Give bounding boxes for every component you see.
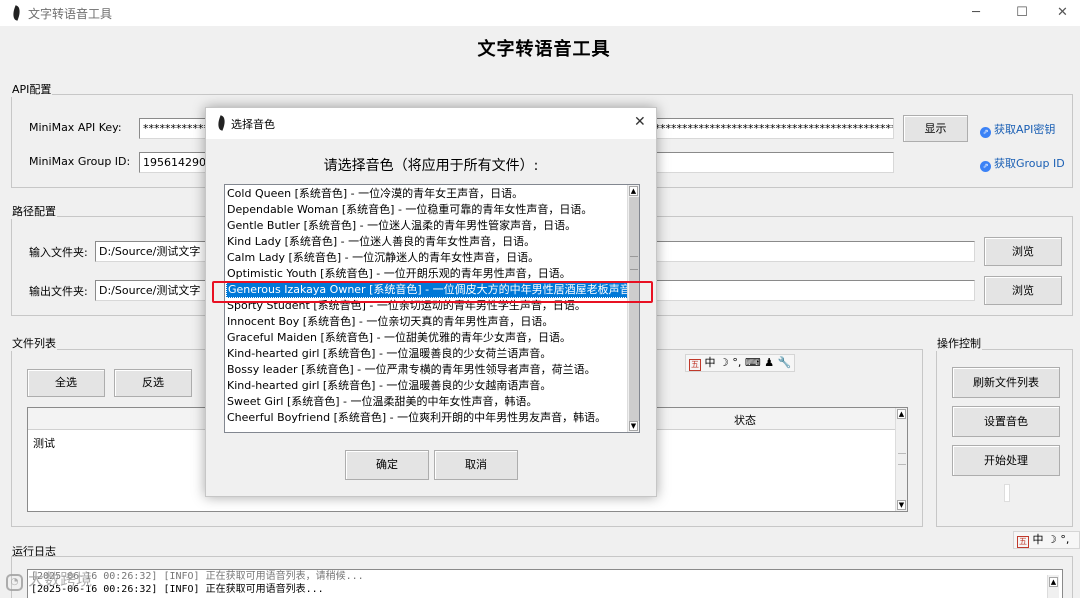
- invert-select-button[interactable]: 反选: [114, 369, 192, 397]
- link-icon: ⇗: [980, 161, 991, 172]
- browse-input-button[interactable]: 浏览: [984, 237, 1062, 266]
- api-config-label: API配置: [11, 81, 53, 97]
- dialog-prompt: 请选择音色（将应用于所有文件）:: [323, 158, 539, 174]
- get-api-key-link[interactable]: ⇗ 获取API密钥: [980, 121, 1055, 138]
- scroll-up-icon[interactable]: ▲: [629, 186, 638, 196]
- dialog-title: 选择音色: [231, 118, 275, 131]
- api-key-label: MiniMax API Key:: [29, 121, 122, 134]
- log-line: [2025-06-16 00:26:32] [INFO] 正在获取可用语音列表，…: [31, 571, 364, 582]
- voice-listbox[interactable]: Cold Queen [系统音色] - 一位冷漠的青年女王声音，日语。 Depen…: [224, 184, 640, 433]
- dialog-feather-icon: [215, 115, 228, 131]
- voice-list-item[interactable]: Cold Queen [系统音色] - 一位冷漠的青年女王声音，日语。: [226, 186, 628, 202]
- input-folder-label: 输入文件夹:: [29, 246, 88, 259]
- app-feather-icon: [10, 5, 23, 21]
- scroll-up-icon[interactable]: ▲: [1049, 577, 1058, 587]
- ime-tool-icon[interactable]: 🔧: [778, 356, 792, 369]
- scroll-grip-icon: [630, 256, 638, 270]
- file-table-scrollbar[interactable]: ▲ ▼: [895, 408, 907, 511]
- ime-toolbar[interactable]: 五 中 ☽ °, ⌨ ♟ 🔧: [685, 354, 796, 372]
- dialog-titlebar: 选择音色 ✕: [206, 108, 656, 139]
- ime-punct-icon[interactable]: °,: [732, 356, 741, 369]
- start-processing-button[interactable]: 开始处理: [952, 445, 1060, 476]
- watermark: ◔ 大数跨境: [6, 566, 92, 591]
- ops-label: 操作控制: [936, 335, 982, 351]
- voice-list-item[interactable]: Kind Lady [系统音色] - 一位迷人善良的青年女性声音，日语。: [226, 234, 628, 250]
- get-group-id-link[interactable]: ⇗ 获取Group ID: [980, 155, 1065, 172]
- ime-wubi-icon[interactable]: 五: [1017, 536, 1029, 548]
- log-line: [2025-06-16 00:26:32] [INFO] 正在获取可用语音列表.…: [31, 584, 324, 595]
- voice-list-scrollbar[interactable]: ▲ ▼: [627, 185, 639, 432]
- progress-indicator: [1004, 484, 1010, 502]
- minimize-button[interactable]: ─: [953, 3, 999, 23]
- scroll-grip-icon: [898, 453, 906, 465]
- ime-lang-icon[interactable]: 中: [1033, 533, 1044, 546]
- watermark-text: 大数跨境: [28, 570, 93, 589]
- maximize-button[interactable]: ☐: [999, 3, 1045, 23]
- voice-list-item[interactable]: Bossy leader [系统音色] - 一位严肃专横的青年男性领导者声音，荷…: [226, 362, 628, 378]
- path-config-label: 路径配置: [11, 203, 57, 219]
- voice-list-item[interactable]: Kind-hearted girl [系统音色] - 一位温暖善良的少女荷兰语声…: [226, 346, 628, 362]
- app-heading: 文字转语音工具: [477, 39, 611, 60]
- show-key-button[interactable]: 显示: [903, 115, 968, 142]
- voice-list-item[interactable]: Graceful Maiden [系统音色] - 一位甜美优雅的青年少女声音，日…: [226, 330, 628, 346]
- scroll-down-icon[interactable]: ▼: [897, 500, 906, 510]
- ime-user-icon[interactable]: ♟: [764, 356, 774, 369]
- voice-list-item[interactable]: Sweet Girl [系统音色] - 一位温柔甜美的中年女性声音，韩语。: [226, 394, 628, 410]
- window-title: 文字转语音工具: [28, 7, 113, 21]
- selection-highlight-box: [212, 281, 653, 303]
- file-list-label: 文件列表: [11, 335, 57, 351]
- watermark-logo-icon: ◔: [6, 574, 23, 591]
- ime-toolbar-secondary[interactable]: 五 中 ☽ °,: [1013, 531, 1080, 549]
- group-id-label: MiniMax Group ID:: [29, 155, 131, 168]
- ime-wubi-icon[interactable]: 五: [689, 359, 701, 371]
- ime-moon-icon[interactable]: ☽: [1047, 533, 1057, 546]
- log-textbox[interactable]: [2025-06-16 00:26:32] [INFO] 正在获取可用语音列表，…: [27, 569, 1063, 598]
- voice-list-item[interactable]: Dependable Woman [系统音色] - 一位稳重可靠的青年女性声音，…: [226, 202, 628, 218]
- dialog-close-icon[interactable]: ✕: [634, 114, 646, 130]
- table-row[interactable]: 测试: [33, 435, 55, 451]
- voice-list-item[interactable]: Optimistic Youth [系统音色] - 一位开朗乐观的青年男性声音，…: [226, 266, 628, 282]
- ime-punct-icon[interactable]: °,: [1060, 533, 1069, 546]
- select-all-button[interactable]: 全选: [27, 369, 105, 397]
- voice-list-item[interactable]: Calm Lady [系统音色] - 一位沉静迷人的青年女性声音，日语。: [226, 250, 628, 266]
- output-folder-label: 输出文件夹:: [29, 285, 88, 298]
- scroll-up-icon[interactable]: ▲: [897, 409, 906, 419]
- status-column-header[interactable]: 状态: [734, 412, 756, 428]
- confirm-button[interactable]: 确定: [345, 450, 429, 480]
- log-scrollbar[interactable]: ▲: [1047, 575, 1059, 598]
- scroll-thumb[interactable]: [629, 197, 639, 421]
- ime-lang-icon[interactable]: 中: [705, 356, 716, 369]
- link-icon: ⇗: [980, 127, 991, 138]
- cancel-button[interactable]: 取消: [434, 450, 518, 480]
- scroll-down-icon[interactable]: ▼: [629, 421, 638, 431]
- window-titlebar: 文字转语音工具 ─ ☐ ✕: [0, 0, 1080, 26]
- voice-list-item[interactable]: Gentle Butler [系统音色] - 一位迷人温柔的青年男性管家声音，日…: [226, 218, 628, 234]
- close-button[interactable]: ✕: [1045, 3, 1080, 23]
- browse-output-button[interactable]: 浏览: [984, 276, 1062, 305]
- refresh-files-button[interactable]: 刷新文件列表: [952, 367, 1060, 398]
- get-api-key-label: 获取API密钥: [994, 123, 1056, 136]
- set-voice-button[interactable]: 设置音色: [952, 406, 1060, 437]
- ime-keyboard-icon[interactable]: ⌨: [745, 356, 761, 369]
- voice-list-item[interactable]: Kind-hearted girl [系统音色] - 一位温暖善良的少女越南语声…: [226, 378, 628, 394]
- voice-list-item[interactable]: Innocent Boy [系统音色] - 一位亲切天真的青年男性声音，日语。: [226, 314, 628, 330]
- ime-moon-icon[interactable]: ☽: [719, 356, 729, 369]
- voice-list-item[interactable]: Cheerful Boyfriend [系统音色] - 一位爽利开朗的中年男性男…: [226, 410, 628, 426]
- get-group-id-label: 获取Group ID: [994, 157, 1065, 170]
